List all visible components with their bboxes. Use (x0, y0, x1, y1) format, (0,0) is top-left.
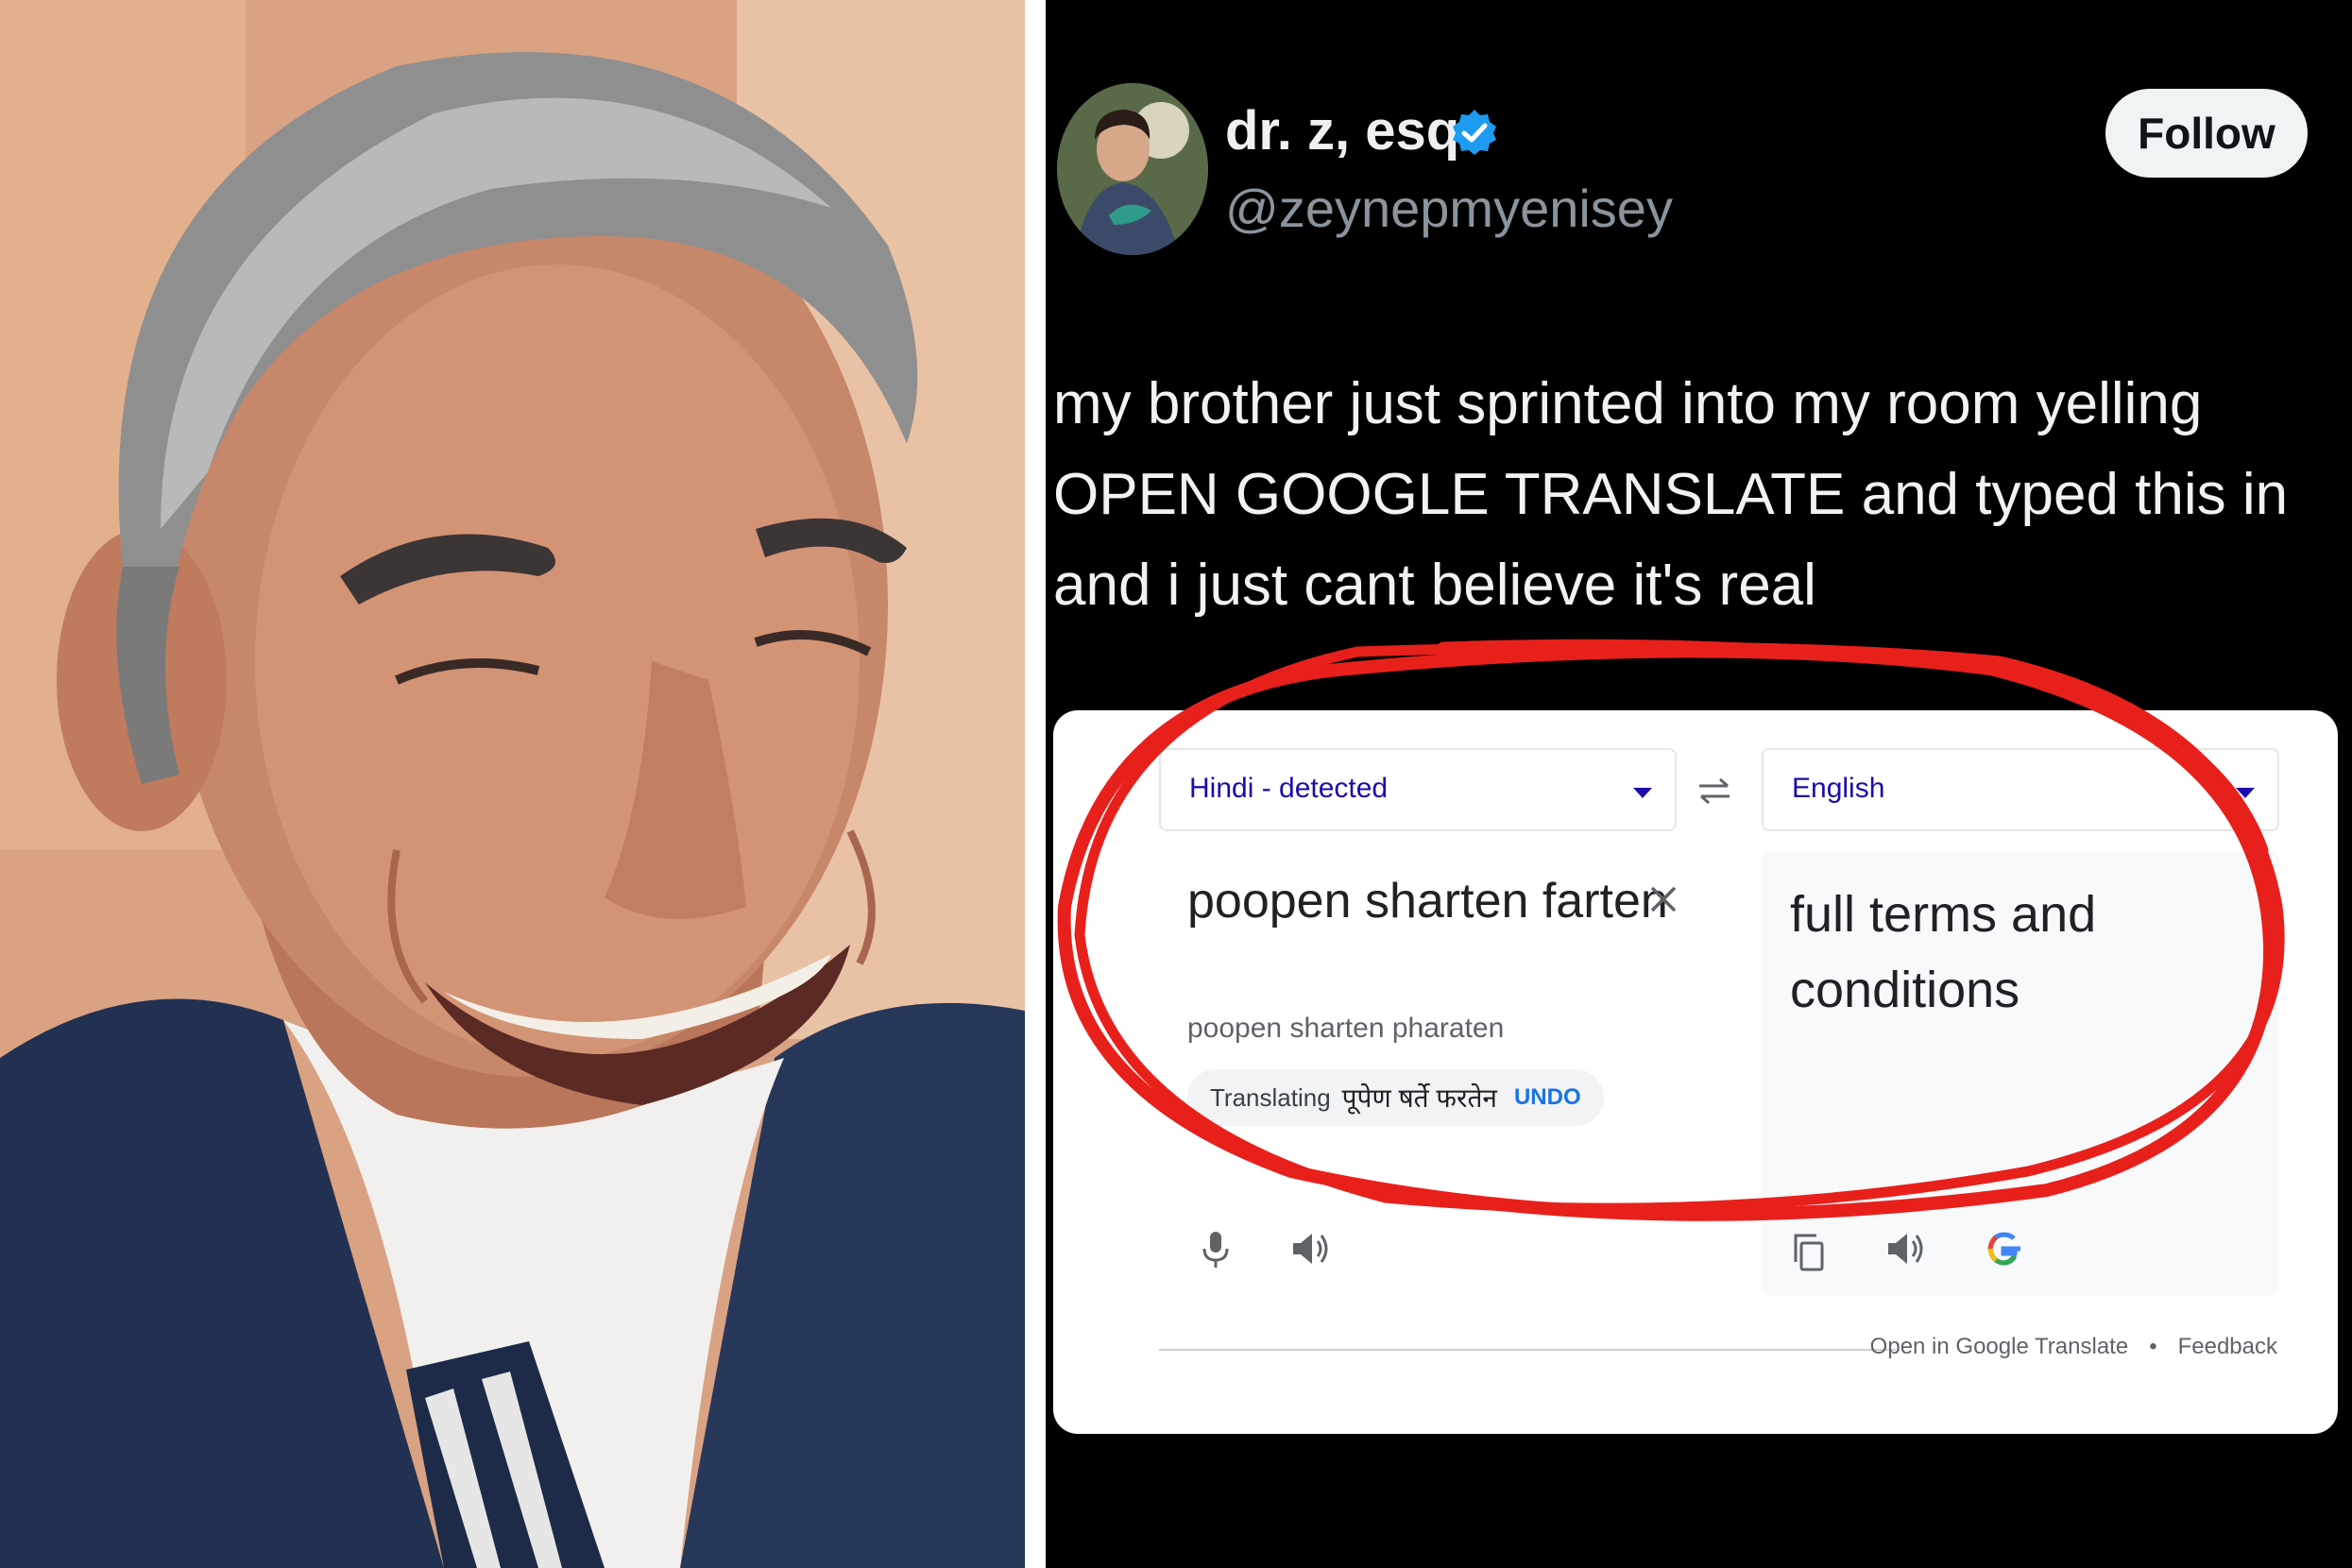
google-logo-icon[interactable] (1983, 1228, 2024, 1270)
translation-text: full terms and conditions (1790, 886, 2097, 1018)
tweet-panel: dr. z, esq. @zeynepmyenisey Follow my br… (1046, 0, 2352, 1568)
footer-separator: • (2149, 1334, 2157, 1359)
laughing-man-illustration (0, 0, 1025, 1568)
romanization-text: poopen sharten pharaten (1187, 1013, 1505, 1044)
translating-label: Translating (1210, 1082, 1331, 1112)
speaker-icon[interactable] (1884, 1228, 1926, 1270)
chevron-down-icon (1633, 788, 1652, 798)
footer-divider (1159, 1349, 1896, 1351)
avatar[interactable] (1057, 83, 1208, 255)
target-language-label: English (1792, 773, 1885, 804)
copy-icon[interactable] (1790, 1232, 1832, 1273)
feedback-link[interactable]: Feedback (2178, 1334, 2277, 1360)
translating-chip: Translating पूपेण षर्ते फरतेन UNDO (1187, 1069, 1604, 1126)
clear-icon[interactable] (1646, 882, 1680, 916)
source-language-select[interactable]: Hindi - detected (1159, 748, 1677, 831)
microphone-icon[interactable] (1195, 1228, 1236, 1270)
chevron-down-icon (2236, 788, 2255, 798)
undo-button[interactable]: UNDO (1514, 1084, 1581, 1111)
translate-footer: Open in Google Translate • Feedback (1870, 1334, 2277, 1360)
open-in-google-translate-link[interactable]: Open in Google Translate (1870, 1334, 2129, 1360)
translating-devanagari: पूपेण षर्ते फरतेन (1341, 1083, 1497, 1113)
speaker-icon[interactable] (1289, 1228, 1331, 1270)
tweet-text: my brother just sprinted into my room ye… (1053, 371, 2289, 618)
avatar-image (1057, 83, 1208, 255)
follow-button[interactable]: Follow (2105, 89, 2308, 178)
panel-divider (1025, 0, 1046, 1568)
target-language-select[interactable]: English (1762, 748, 2279, 831)
source-language-label: Hindi - detected (1189, 773, 1389, 804)
verified-badge-icon (1453, 110, 1496, 155)
swap-languages-icon[interactable] (1696, 776, 1733, 805)
google-translate-card: Hindi - detected English poopen sharten … (1053, 710, 2338, 1434)
display-name[interactable]: dr. z, esq. (1225, 99, 1474, 162)
laughing-man-photo (0, 0, 1025, 1568)
source-text[interactable]: poopen sharten farten (1187, 869, 1679, 933)
user-handle[interactable]: @zeynepmyenisey (1225, 178, 1673, 239)
